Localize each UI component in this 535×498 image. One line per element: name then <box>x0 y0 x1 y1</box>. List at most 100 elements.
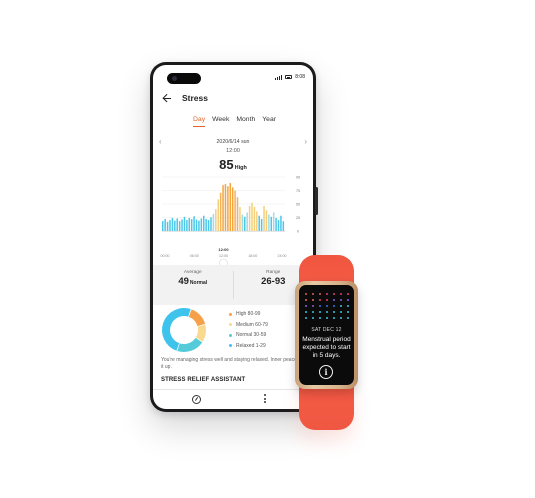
x-tick-label: 00:00 <box>161 254 170 258</box>
chart-bar <box>227 186 229 231</box>
tab-year[interactable]: Year <box>262 116 276 126</box>
chart-bar <box>224 184 227 231</box>
tab-month[interactable]: Month <box>236 116 255 126</box>
chart-bar <box>207 220 210 231</box>
x-tick-label: 24:00 <box>278 254 287 258</box>
chart-bar <box>198 220 200 231</box>
calendar-day-dot <box>305 317 307 319</box>
legend-dot <box>229 333 232 337</box>
donut-slice <box>177 337 203 352</box>
chart-bar <box>195 219 198 231</box>
chart-bar <box>263 205 265 231</box>
calendar-day-dot <box>347 311 349 313</box>
calendar-day-dot <box>326 317 328 319</box>
chart-bar <box>234 190 236 231</box>
chart-bar <box>162 221 164 231</box>
average-label: Average <box>183 270 202 275</box>
chart-bar <box>258 215 260 231</box>
chart-bar <box>272 212 275 231</box>
chart-bar <box>280 215 282 231</box>
calendar-day-dot <box>312 311 314 313</box>
product-scene: 8:08 Stress Day Week Month Year ‹ 2020/6… <box>0 0 535 498</box>
band-screen: SAT DEC 12 Menstrual period expected to … <box>299 285 354 385</box>
donut-slice <box>195 324 206 342</box>
calendar-day-dot <box>347 317 349 319</box>
date-label: 2020/6/14 sun <box>216 138 250 145</box>
status-bar: 8:08 <box>275 74 305 80</box>
calendar-day-dot <box>347 293 349 295</box>
chart-bar <box>256 211 258 231</box>
chart-bar <box>200 218 203 231</box>
chart-bar <box>248 205 251 231</box>
legend-label: Relaxed 1-29 <box>236 342 266 349</box>
calendar-day-dot <box>312 293 314 295</box>
calendar-day-dot <box>319 305 321 307</box>
chart-bar <box>239 207 241 231</box>
chevron-left-icon[interactable]: ‹ <box>159 137 162 146</box>
chart-bar <box>169 220 171 231</box>
selected-time: 12:00 <box>226 148 240 154</box>
chart-bar <box>205 219 207 231</box>
calendar-day-dot <box>305 299 307 301</box>
x-tick-label: 18:00 <box>248 254 257 258</box>
chart-bar <box>229 183 232 231</box>
calendar-day-dot <box>319 317 321 319</box>
calendar-day-dot <box>312 305 314 307</box>
phone-device: 8:08 Stress Day Week Month Year ‹ 2020/6… <box>150 62 318 412</box>
page-title: Stress <box>182 93 208 103</box>
calendar-day-dot <box>305 305 307 307</box>
chart-bar <box>282 221 285 231</box>
chart-bar <box>251 202 253 231</box>
calendar-day-dot <box>326 293 328 295</box>
calendar-day-dot <box>319 299 321 301</box>
chart-bar <box>183 216 186 231</box>
y-tick-label: 99 <box>296 176 300 180</box>
calendar-day-dot <box>319 311 321 313</box>
calendar-day-dot <box>333 305 335 307</box>
date-navigator: ‹ 2020/6/14 sun › <box>159 137 307 146</box>
calendar-day-dot <box>347 305 349 307</box>
chart-bar <box>210 217 212 231</box>
donut-slice <box>188 309 206 327</box>
average-value: 49 <box>178 276 189 287</box>
calendar-day-dot <box>333 317 335 319</box>
chart-bar <box>253 207 256 231</box>
x-tick-label: 12:00 <box>219 254 228 258</box>
chart-bar <box>174 220 176 231</box>
current-stress-value: 85 <box>219 157 234 172</box>
y-tick-label: 75 <box>296 189 300 193</box>
chart-bar <box>217 199 219 231</box>
info-icon[interactable]: i <box>319 365 333 379</box>
stress-distribution-donut <box>162 308 206 352</box>
calendar-day-dot <box>333 299 335 301</box>
band-date: SAT DEC 12 <box>311 327 342 333</box>
calendar-day-dot <box>326 311 328 313</box>
calendar-day-dot <box>305 293 307 295</box>
chart-bar <box>181 219 183 231</box>
average-unit: Normal <box>189 280 208 286</box>
cycle-calendar <box>305 291 349 321</box>
summary-panel: Average 49Normal Range 26-93 <box>153 265 313 305</box>
gauge-icon[interactable] <box>192 395 201 404</box>
tab-day[interactable]: Day <box>193 116 206 127</box>
legend-dot <box>229 312 232 316</box>
chart-bar <box>212 214 215 231</box>
chart-bar <box>244 216 246 231</box>
front-camera <box>167 73 201 84</box>
average-value-row: 49Normal <box>153 276 233 287</box>
calendar-day-dot <box>340 305 342 307</box>
chevron-right-icon[interactable]: › <box>304 137 307 146</box>
calendar-day-dot <box>312 317 314 319</box>
chart-bar <box>222 185 224 231</box>
back-arrow-icon[interactable] <box>162 93 172 103</box>
calendar-day-dot <box>319 293 321 295</box>
calendar-row <box>305 315 349 321</box>
tab-week[interactable]: Week <box>212 116 229 126</box>
chart-bar <box>203 215 205 231</box>
band-notification: Menstrual period expected to start in 5 … <box>302 336 351 360</box>
more-options-icon[interactable] <box>264 394 266 404</box>
chart-bar <box>188 217 191 231</box>
status-time: 8:08 <box>295 74 305 80</box>
legend-dot <box>229 344 232 348</box>
phone-side-button <box>315 187 318 215</box>
